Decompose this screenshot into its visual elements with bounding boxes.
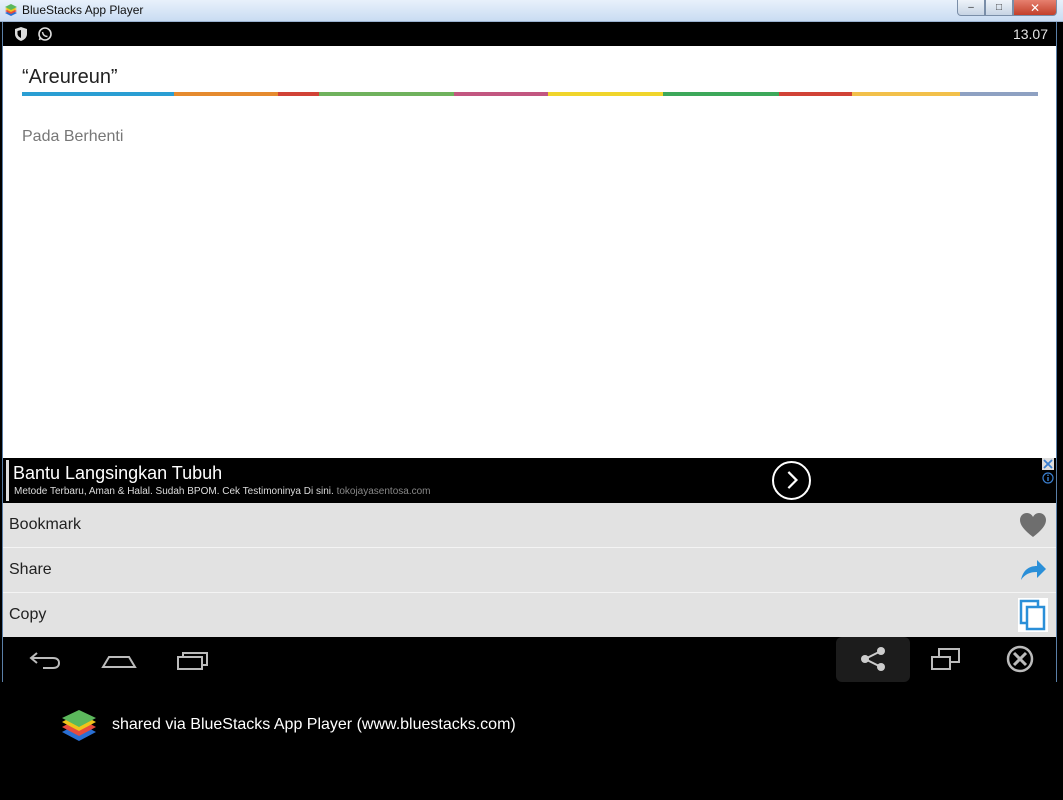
share-footer: shared via BlueStacks App Player (www.bl… [0, 684, 1063, 800]
ad-description: Metode Terbaru, Aman & Halal. Sudah BPOM… [14, 486, 431, 497]
back-icon[interactable] [27, 645, 63, 673]
divider-segment [22, 92, 174, 96]
bookmark-action[interactable]: Bookmark [3, 503, 1056, 548]
divider-segment [960, 92, 1038, 96]
word-detail: “Areureun” Pada Berhenti [3, 46, 1056, 458]
ad-accent-bar [6, 460, 9, 501]
status-bar: 13.07 [3, 22, 1056, 46]
divider-segment [278, 92, 319, 96]
copy-icon[interactable] [1018, 598, 1048, 632]
home-icon[interactable] [101, 645, 137, 673]
ad-close-icon[interactable] [1042, 458, 1054, 470]
bookmark-label: Bookmark [9, 516, 82, 533]
divider-segment [548, 92, 663, 96]
share-label: Share [9, 561, 52, 578]
window-controls: – □ ✕ [957, 0, 1057, 16]
word-title: “Areureun” [22, 66, 118, 88]
bluestacks-logo-icon [62, 710, 96, 741]
whatsapp-icon [38, 27, 52, 41]
navigation-bar [3, 637, 1056, 682]
minimize-button[interactable]: – [957, 0, 985, 16]
share-icon[interactable] [855, 645, 891, 673]
share-arrow-icon[interactable] [1018, 555, 1048, 585]
maximize-button[interactable]: □ [985, 0, 1013, 16]
heart-icon[interactable] [1018, 510, 1048, 540]
divider-segment [779, 92, 852, 96]
divider-segment [319, 92, 454, 96]
divider-segment [174, 92, 278, 96]
share-action[interactable]: Share [3, 548, 1056, 593]
window-title: BlueStacks App Player [22, 3, 144, 17]
ad-banner[interactable]: Bantu Langsingkan Tubuh Metode Terbaru, … [3, 458, 1056, 503]
recent-apps-icon[interactable] [175, 645, 211, 673]
divider-segment [663, 92, 779, 96]
ad-domain: tokojayasentosa.com [336, 486, 431, 497]
ad-headline[interactable]: Bantu Langsingkan Tubuh [13, 463, 222, 484]
copy-action[interactable]: Copy [3, 593, 1056, 638]
accent-divider [22, 92, 1038, 96]
footer-text: shared via BlueStacks App Player (www.bl… [112, 716, 516, 733]
shield-icon [15, 27, 27, 41]
ad-open-arrow-icon[interactable] [772, 461, 811, 500]
divider-segment [454, 92, 548, 96]
close-circle-icon[interactable] [1002, 645, 1038, 673]
window-titlebar: BlueStacks App Player – □ ✕ [0, 0, 1063, 22]
divider-segment [852, 92, 960, 96]
window-icon[interactable] [928, 645, 964, 673]
status-time: 13.07 [1012, 26, 1048, 42]
bluestacks-logo-icon [5, 4, 17, 16]
ad-info-icon[interactable] [1042, 472, 1054, 484]
close-button[interactable]: ✕ [1013, 0, 1057, 16]
copy-label: Copy [9, 606, 47, 623]
action-list: Bookmark Share Copy [3, 503, 1056, 637]
android-screen: 13.07 “Areureun” Pada Berhenti Bantu Lan… [2, 22, 1057, 682]
word-definition: Pada Berhenti [22, 128, 124, 145]
ad-description-text: Metode Terbaru, Aman & Halal. Sudah BPOM… [14, 486, 334, 497]
